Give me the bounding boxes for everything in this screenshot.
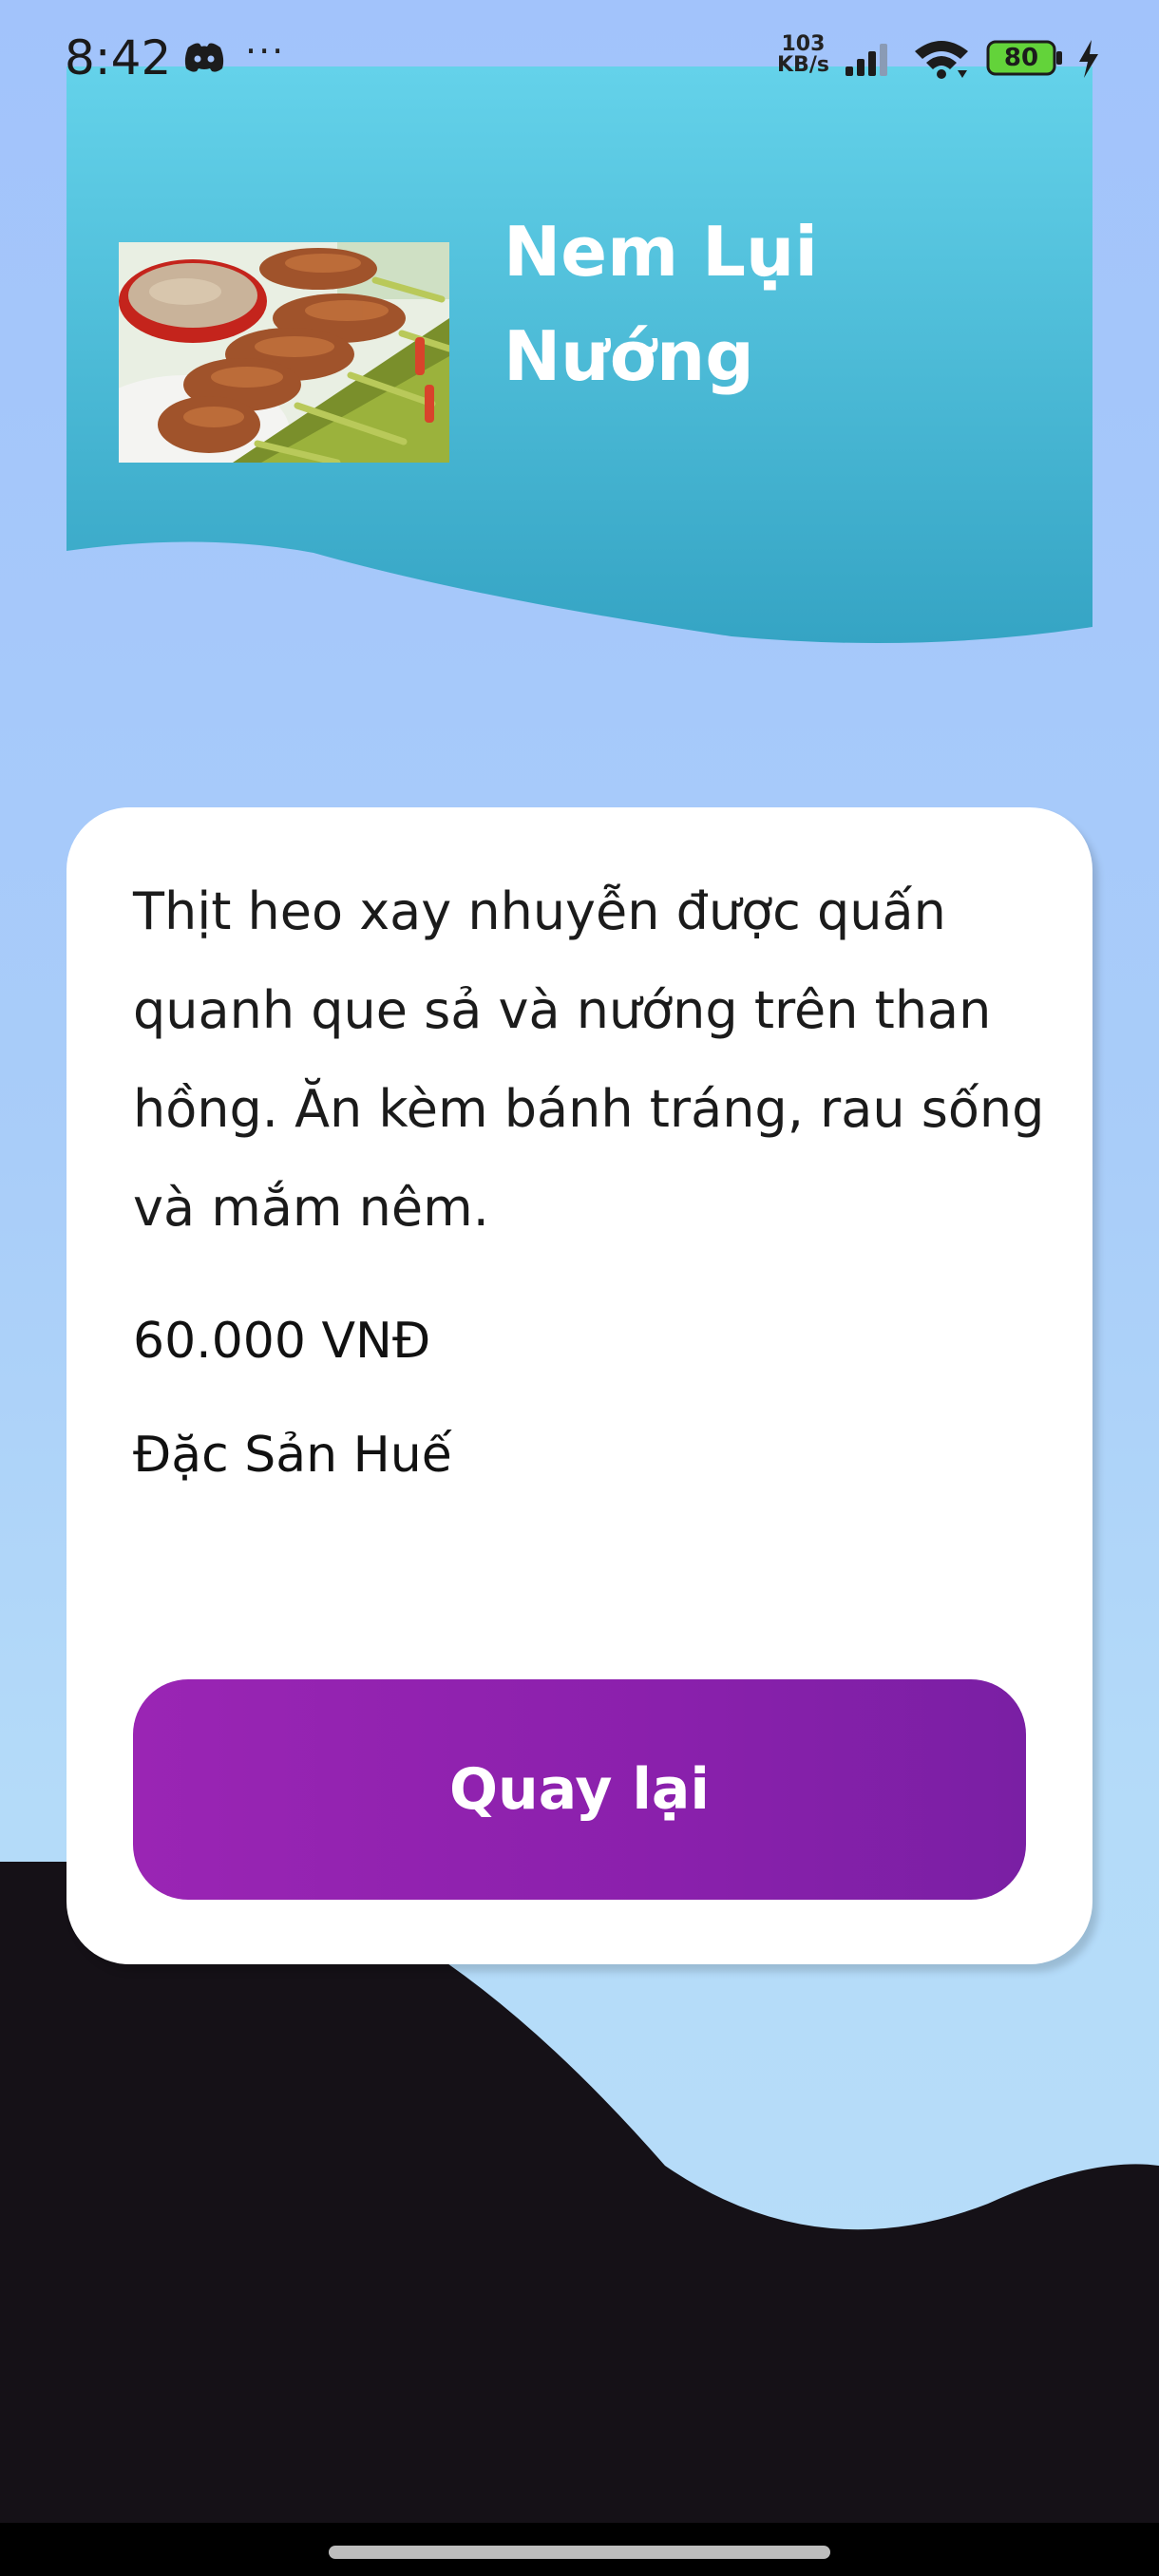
bottom-wave-decoration xyxy=(0,1862,1159,2576)
home-indicator[interactable] xyxy=(329,2546,830,2559)
food-price: 60.000 VNĐ xyxy=(133,1313,431,1370)
food-title: Nem Lụi Nướng xyxy=(504,212,818,396)
wifi-icon xyxy=(915,41,968,79)
signal-icon xyxy=(846,44,887,76)
food-detail-card: Thịt heo xay nhuyễn được quấn quanh que … xyxy=(66,807,1092,1964)
status-bar: 8:42 ··· 103 KB/s 80 xyxy=(0,0,1159,114)
discord-icon xyxy=(184,43,224,72)
food-description: Thịt heo xay nhuyễn được quấn quanh que … xyxy=(133,881,1045,1238)
net-speed-value: 103 xyxy=(781,32,826,56)
net-speed: 103 KB/s xyxy=(777,34,829,76)
net-speed-unit: KB/s xyxy=(777,53,829,77)
status-time: 8:42 xyxy=(65,30,172,85)
more-notifications-icon: ··· xyxy=(245,30,286,72)
food-category: Đặc Sản Huế xyxy=(133,1427,452,1484)
back-button[interactable]: Quay lại xyxy=(133,1679,1026,1900)
nem-lui-photo xyxy=(119,242,449,463)
food-image xyxy=(119,242,449,463)
battery-level: 80 xyxy=(1003,44,1039,72)
charging-icon xyxy=(1079,40,1098,78)
